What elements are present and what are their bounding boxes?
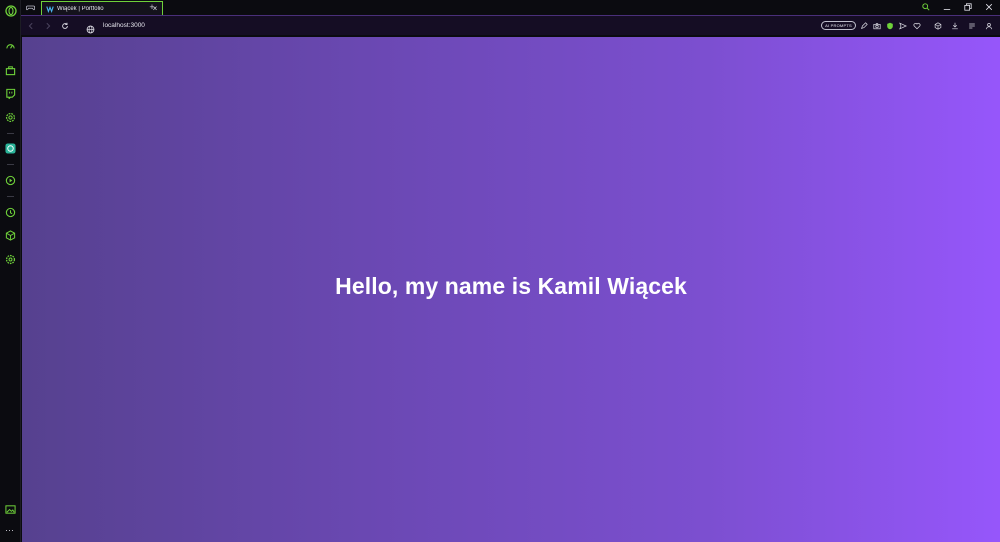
hero-heading: Hello, my name is Kamil Wiącek bbox=[335, 273, 687, 299]
gamepad-icon[interactable] bbox=[25, 2, 36, 13]
pencil-icon[interactable] bbox=[859, 21, 869, 31]
site-info-icon[interactable] bbox=[86, 21, 96, 34]
sidebar: ··· bbox=[0, 0, 21, 542]
send-icon[interactable] bbox=[898, 21, 908, 31]
minimize-icon[interactable] bbox=[941, 2, 953, 12]
close-window-icon[interactable] bbox=[983, 2, 995, 12]
page-viewport: Hello, my name is Kamil Wiącek bbox=[22, 37, 1000, 542]
url-field[interactable]: localhost:3000 bbox=[103, 21, 145, 31]
extensions-icon[interactable] bbox=[933, 21, 943, 31]
search-tabs-icon[interactable] bbox=[920, 2, 932, 12]
shield-icon[interactable] bbox=[885, 21, 895, 31]
camera-icon[interactable] bbox=[872, 21, 882, 31]
cube-icon[interactable] bbox=[4, 229, 17, 242]
profile-icon[interactable] bbox=[984, 21, 994, 31]
chatgpt-icon[interactable] bbox=[4, 142, 17, 155]
new-tab-button[interactable]: + bbox=[147, 1, 157, 13]
history-icon[interactable] bbox=[4, 206, 17, 219]
speed-dial-icon[interactable] bbox=[4, 40, 17, 53]
heart-icon[interactable] bbox=[912, 21, 922, 31]
reload-icon[interactable] bbox=[60, 21, 70, 31]
twitch-icon[interactable] bbox=[4, 87, 17, 100]
back-icon[interactable] bbox=[26, 21, 36, 31]
briefcase-icon[interactable] bbox=[4, 64, 17, 77]
address-bar: localhost:3000 AI PROMPTS bbox=[21, 15, 1000, 36]
download-icon[interactable] bbox=[950, 21, 960, 31]
more-options-icon[interactable]: ··· bbox=[5, 526, 14, 535]
ai-prompts-button[interactable]: AI PROMPTS bbox=[821, 21, 856, 30]
forward-icon[interactable] bbox=[43, 21, 53, 31]
gear-icon[interactable] bbox=[4, 253, 17, 266]
settings-gear-icon[interactable] bbox=[4, 111, 17, 124]
site-favicon-icon bbox=[46, 5, 54, 13]
restore-icon[interactable] bbox=[962, 2, 974, 12]
menu-icon[interactable] bbox=[967, 21, 977, 31]
gallery-icon[interactable] bbox=[4, 503, 17, 516]
tab-title: Wiącek | Portfolio bbox=[57, 5, 104, 12]
tab-portfolio[interactable]: Wiącek | Portfolio × bbox=[41, 1, 163, 15]
opera-gx-logo-icon[interactable] bbox=[3, 3, 18, 18]
tab-bar: Wiącek | Portfolio × + bbox=[21, 0, 1000, 15]
player-icon[interactable] bbox=[4, 174, 17, 187]
